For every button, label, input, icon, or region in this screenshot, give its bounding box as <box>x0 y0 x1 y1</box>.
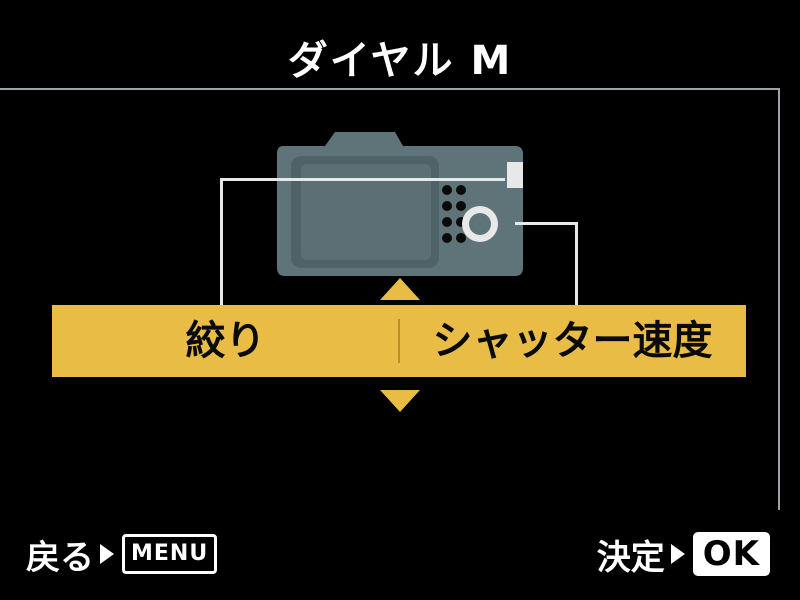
leader-line-left-h <box>220 178 505 181</box>
page-title: ダイヤル M <box>287 38 513 84</box>
arrow-right-icon <box>100 544 114 564</box>
leader-line-right-h <box>515 222 578 225</box>
aperture-option[interactable]: 絞り <box>52 305 399 377</box>
back-hint[interactable]: 戻る MENU <box>26 528 218 580</box>
down-arrow-icon[interactable] <box>380 390 420 412</box>
leader-line-left-v <box>220 178 223 306</box>
arrow-right-icon <box>670 544 685 564</box>
dial-assignment-selector[interactable]: 絞り シャッター速度 <box>52 305 746 377</box>
confirm-hint[interactable]: 決定 OK <box>597 528 770 580</box>
confirm-label: 決定 <box>596 537 665 578</box>
shutter-speed-option[interactable]: シャッター速度 <box>399 305 746 377</box>
leader-line-right-v <box>575 222 578 306</box>
menu-button[interactable]: MENU <box>122 534 218 574</box>
camera-back-illustration <box>277 132 523 276</box>
up-arrow-icon[interactable] <box>380 278 420 300</box>
back-label: 戻る <box>26 537 94 578</box>
ok-button[interactable]: OK <box>692 532 770 576</box>
